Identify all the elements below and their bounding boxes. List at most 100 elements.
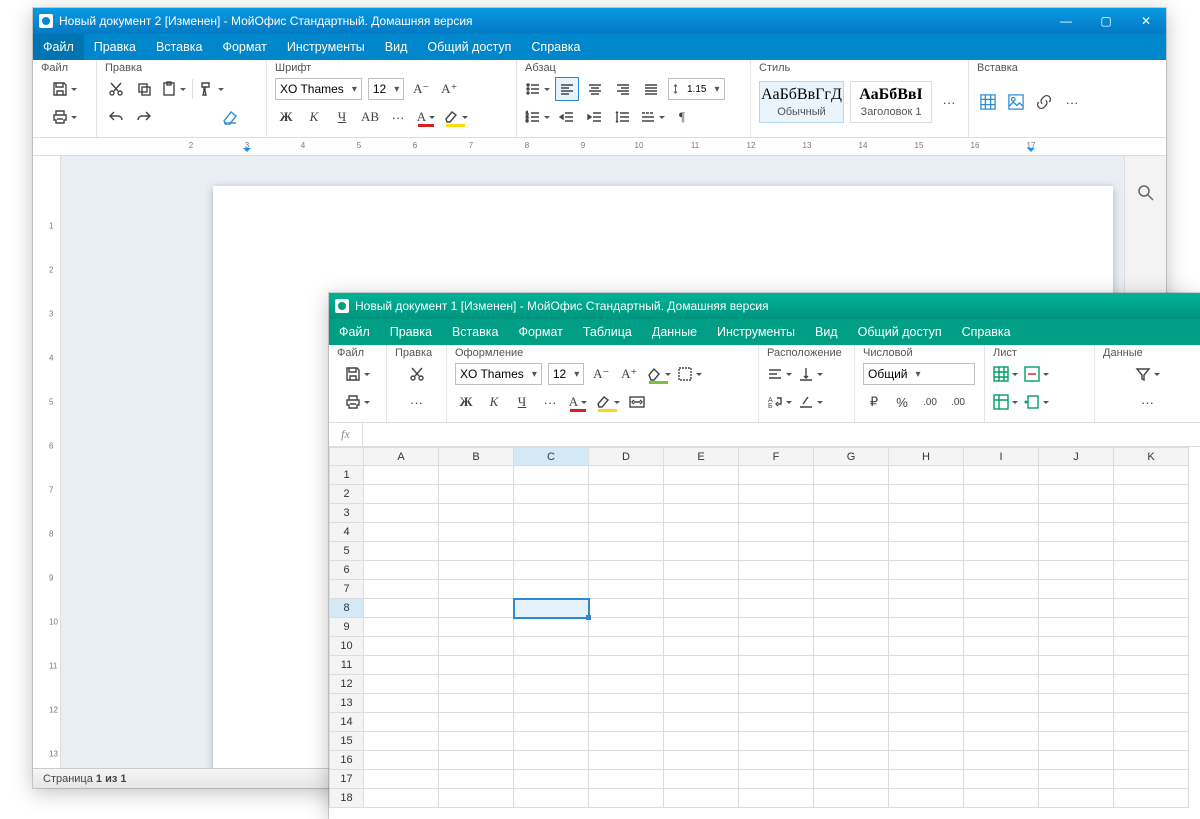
rotate-text-button[interactable] (798, 391, 823, 413)
close-button[interactable]: ✕ (1126, 8, 1166, 34)
grid-cell[interactable] (739, 694, 814, 713)
italic-button[interactable]: К (483, 391, 505, 413)
underline-button[interactable]: Ч (511, 391, 533, 413)
grid-cell[interactable] (364, 770, 439, 789)
grid-cell[interactable] (589, 751, 664, 770)
grid-cell[interactable] (664, 599, 739, 618)
row-header[interactable]: 11 (330, 656, 364, 675)
doc-titlebar[interactable]: Новый документ 2 [Изменен] - МойОфис Ста… (33, 8, 1166, 34)
row-header[interactable]: 1 (330, 466, 364, 485)
grid-cell[interactable] (589, 504, 664, 523)
grid-cell[interactable] (739, 675, 814, 694)
grid-cell[interactable] (964, 485, 1039, 504)
group-rows-button[interactable] (1024, 391, 1049, 413)
grid-cell[interactable] (589, 789, 664, 808)
grid-cell[interactable] (589, 656, 664, 675)
grid-cell[interactable] (439, 580, 514, 599)
grid-cell[interactable] (514, 637, 589, 656)
grid-cell[interactable] (964, 637, 1039, 656)
grid-cell[interactable] (739, 561, 814, 580)
cut-button[interactable] (406, 363, 428, 385)
pilcrow-button[interactable]: ¶ (671, 106, 693, 128)
dec-decrease-button[interactable]: .00 (919, 391, 941, 413)
grid-cell[interactable] (364, 580, 439, 599)
grid-cell[interactable] (814, 732, 889, 751)
grid-cell[interactable] (964, 504, 1039, 523)
grid-cell[interactable] (1114, 713, 1189, 732)
grid-cell[interactable] (364, 542, 439, 561)
grid-cell[interactable] (514, 770, 589, 789)
grid-cell[interactable] (1114, 694, 1189, 713)
row-header[interactable]: 8 (330, 599, 364, 618)
grid-cell[interactable] (889, 789, 964, 808)
grid-cell[interactable] (514, 580, 589, 599)
menu-insert[interactable]: Вставка (442, 319, 508, 345)
valign-button[interactable] (798, 363, 823, 385)
grid-cell[interactable] (364, 713, 439, 732)
more-edit-button[interactable]: ··· (406, 391, 428, 413)
menu-edit[interactable]: Правка (380, 319, 442, 345)
fx-icon[interactable]: fx (329, 423, 363, 446)
grid-cell[interactable] (439, 675, 514, 694)
grid-cell[interactable] (664, 523, 739, 542)
row-header[interactable]: 3 (330, 504, 364, 523)
grid-cell[interactable] (739, 504, 814, 523)
style-more-button[interactable]: ··· (938, 91, 960, 113)
grid-cell[interactable] (1114, 466, 1189, 485)
grid-cell[interactable] (439, 732, 514, 751)
row-header[interactable]: 12 (330, 675, 364, 694)
insert-link-button[interactable] (1033, 91, 1055, 113)
dec-increase-button[interactable]: .00 (947, 391, 969, 413)
grid-cell[interactable] (964, 466, 1039, 485)
grid-cell[interactable] (1039, 656, 1114, 675)
grid-cell[interactable] (1114, 580, 1189, 599)
grid-cell[interactable] (589, 732, 664, 751)
grid-cell[interactable] (814, 599, 889, 618)
xls-grid[interactable]: ABCDEFGHIJK123456789101112131415161718 (329, 447, 1200, 819)
grid-cell[interactable] (1039, 561, 1114, 580)
col-header[interactable]: J (1039, 448, 1114, 466)
grid-cell[interactable] (664, 789, 739, 808)
grid-cell[interactable] (814, 466, 889, 485)
menu-help[interactable]: Справка (521, 34, 590, 60)
grid-cell[interactable] (439, 466, 514, 485)
row-header[interactable]: 13 (330, 694, 364, 713)
grid-cell[interactable] (439, 751, 514, 770)
grid-cell[interactable] (814, 694, 889, 713)
grid-cell[interactable] (739, 770, 814, 789)
insert-image-button[interactable] (1005, 91, 1027, 113)
row-header[interactable]: 18 (330, 789, 364, 808)
undo-button[interactable] (105, 106, 127, 128)
insert-cells-button[interactable] (993, 363, 1018, 385)
grid-cell[interactable] (964, 770, 1039, 789)
formula-input[interactable] (363, 428, 1200, 442)
grid-cell[interactable] (589, 542, 664, 561)
grid-cell[interactable] (364, 599, 439, 618)
grid-cell[interactable] (964, 561, 1039, 580)
font-color-button[interactable]: A (415, 106, 437, 128)
grid-cell[interactable] (364, 751, 439, 770)
grid-cell[interactable] (589, 561, 664, 580)
grid-cell[interactable] (1114, 485, 1189, 504)
grid-cell[interactable] (439, 504, 514, 523)
grid-cell[interactable] (1114, 618, 1189, 637)
menu-tools[interactable]: Инструменты (277, 34, 375, 60)
freeze-button[interactable] (993, 391, 1018, 413)
grid-cell[interactable] (514, 561, 589, 580)
grid-cell[interactable] (664, 637, 739, 656)
number-format-combo[interactable]: Общий (863, 363, 975, 385)
font-size-combo[interactable]: 12 (548, 363, 584, 385)
grid-cell[interactable] (364, 675, 439, 694)
grid-cell[interactable] (814, 561, 889, 580)
grid-cell[interactable] (889, 713, 964, 732)
save-button[interactable] (345, 363, 370, 385)
align-justify-button[interactable] (640, 78, 662, 100)
menu-view[interactable]: Вид (375, 34, 418, 60)
grid-cell[interactable] (889, 675, 964, 694)
grid-cell[interactable] (814, 675, 889, 694)
filter-button[interactable] (1135, 363, 1160, 385)
grid-cell[interactable] (814, 770, 889, 789)
grid-cell[interactable] (589, 694, 664, 713)
grid-cell[interactable] (664, 561, 739, 580)
menu-share[interactable]: Общий доступ (417, 34, 521, 60)
